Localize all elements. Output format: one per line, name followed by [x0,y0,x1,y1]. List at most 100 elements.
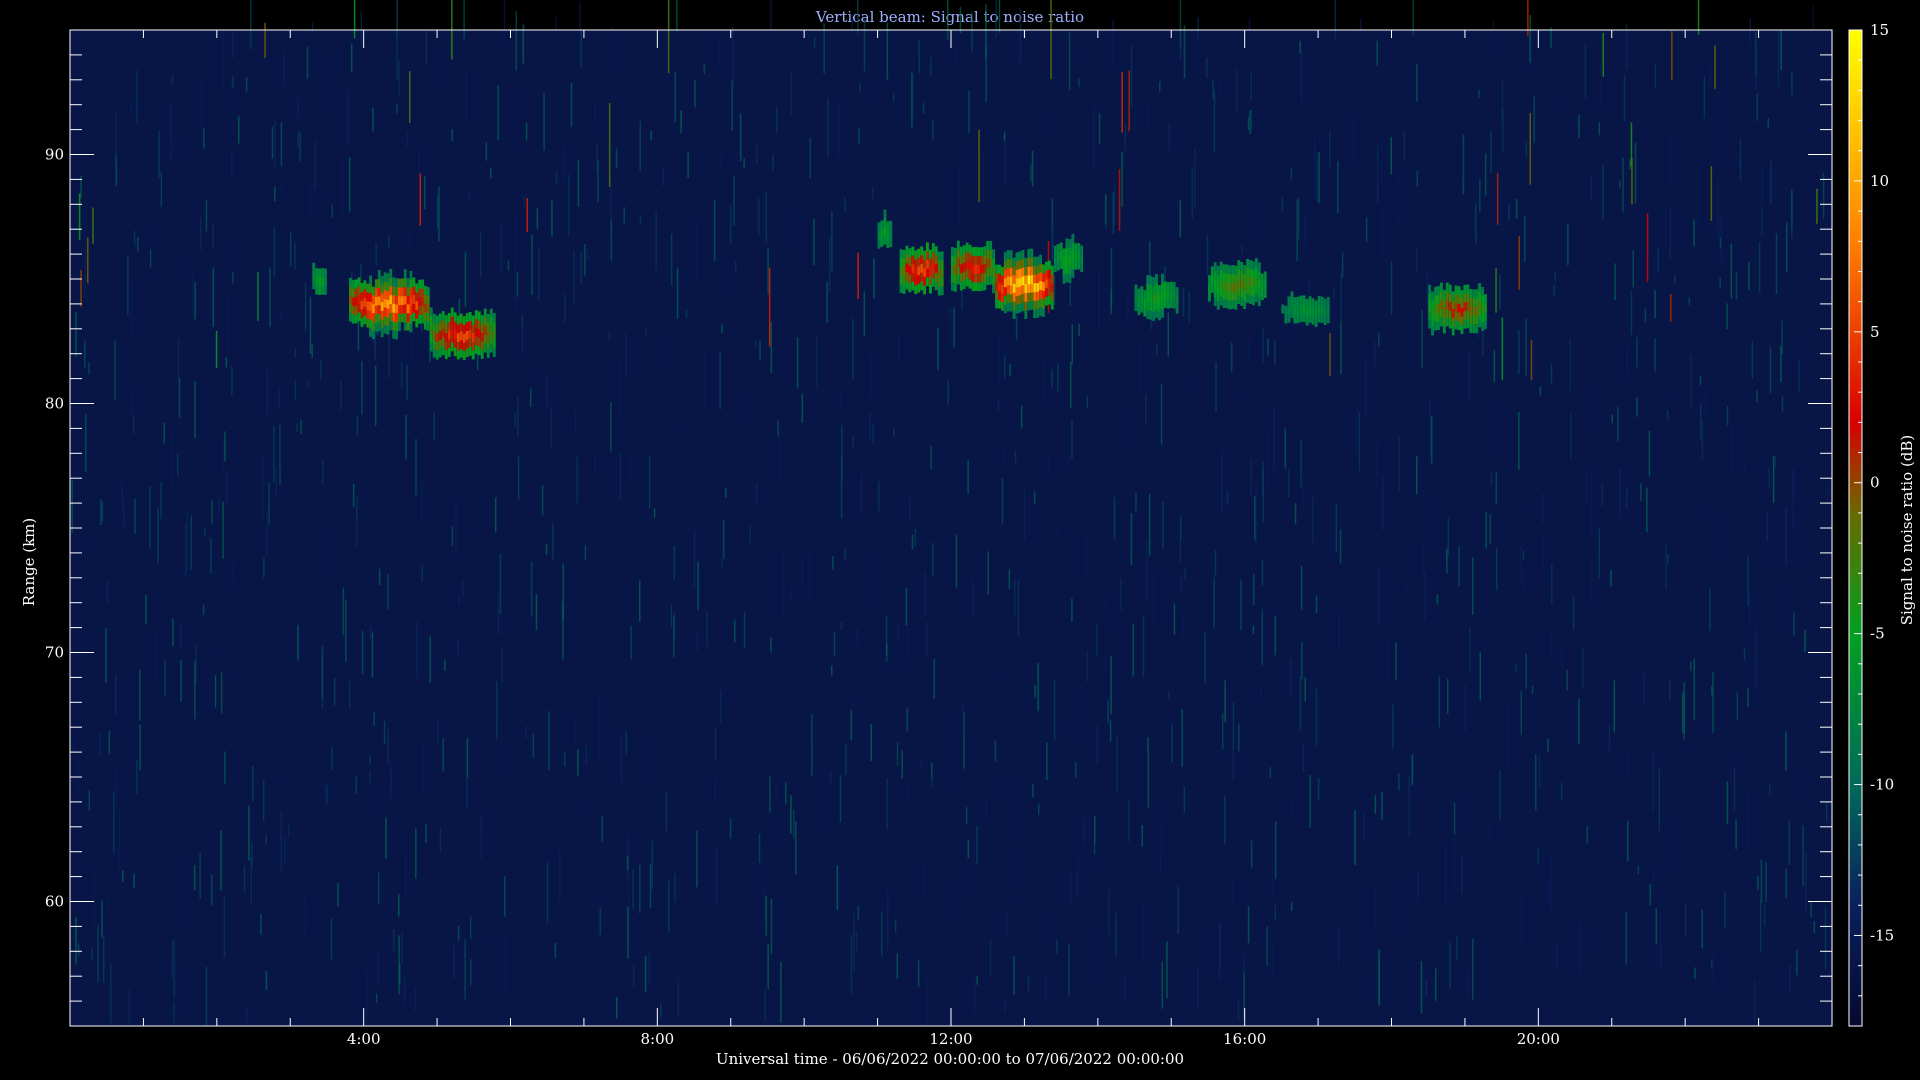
echo-cell [432,348,436,358]
echo-cell [929,275,932,285]
noise-streak [224,431,226,462]
noise-streak [1196,379,1199,393]
echo-cell [1222,264,1226,274]
noise-streak [1627,750,1629,774]
echo-cell [1033,309,1037,319]
echo-cell [1481,287,1484,296]
noise-streak [1682,692,1684,734]
echo-cell [363,289,367,299]
noise-streak [735,676,737,707]
echo-cell [1463,293,1467,303]
noise-streak [77,754,80,795]
noise-streak [1051,369,1053,388]
noise-streak [357,317,360,351]
echo-cell [920,255,924,265]
noise-streak [360,11,363,47]
noise-streak [950,885,953,921]
noise-streak [756,144,758,164]
noise-streak [1078,323,1080,336]
noise-streak [1341,252,1344,278]
noise-streak [1436,594,1439,605]
noise-streak [599,907,602,935]
echo-cell [389,312,393,322]
noise-streak [1583,215,1586,256]
noise-streak [550,407,552,448]
noise-streak [289,231,292,267]
echo-cell [474,318,478,328]
noise-streak [755,482,758,503]
echo-cell [360,291,364,301]
noise-streak [852,318,854,379]
echo-cell [369,293,372,302]
echo-cell [366,283,370,293]
echo-cell [383,307,387,317]
echo-cell [1024,266,1028,276]
echo-cell [1296,296,1300,306]
echo-cell [1146,275,1150,285]
noise-streak [1416,246,1418,274]
noise-streak [713,200,716,262]
noise-streak [1141,825,1143,847]
echo-cell [1163,298,1167,308]
echo-cell [386,308,390,318]
noise-streak [978,731,980,788]
noise-streak [759,340,761,361]
noise-streak [1717,300,1720,340]
noise-streak [1726,405,1729,426]
noise-streak [265,834,267,845]
noise-streak [455,498,457,557]
echo-cell [1012,275,1016,284]
echo-cell [1299,304,1303,314]
echo-cell [1039,307,1042,317]
noise-streak [1725,511,1728,560]
echo-cell [1475,306,1479,316]
echo-cell [395,295,398,305]
noise-streak [852,434,855,447]
echo-cell [1472,315,1476,325]
echo-cell [450,307,454,317]
echo-cell [1460,325,1464,335]
noise-streak [1769,782,1771,795]
noise-streak [714,728,717,760]
echo-cell [1466,319,1470,329]
echo-cell [1000,284,1004,294]
noise-streak [306,47,309,79]
noise-streak [539,571,542,612]
echo-cell [1045,296,1048,306]
noise-streak [1390,137,1392,175]
echo-cell [931,251,935,261]
bright-streak [1530,340,1533,381]
echo-cell [1015,252,1019,262]
echo-cell [380,301,384,311]
noise-streak [790,73,793,116]
noise-streak [1096,725,1098,764]
noise-streak [309,296,312,355]
echo-cell [923,267,926,277]
noise-streak [88,362,90,375]
echo-cell [1003,286,1007,296]
echo-cell [1222,272,1226,282]
noise-streak [541,484,544,516]
noise-streak [1584,726,1587,771]
echo-cell [421,314,424,324]
noise-streak [372,107,374,132]
noise-streak [770,0,772,32]
noise-streak [826,281,828,323]
echo-cell [1152,277,1156,287]
noise-streak [1789,963,1791,994]
echo-cell [1039,298,1042,308]
echo-cell [1003,278,1007,288]
echo-cell [1161,300,1164,309]
noise-streak [1636,397,1638,417]
echo-cell [459,348,463,358]
echo-cell [1071,260,1075,270]
noise-streak [1801,336,1804,381]
echo-cell [1445,282,1449,292]
echo-cell [1237,286,1241,296]
noise-streak [1180,514,1182,540]
noise-streak [758,833,761,863]
echo-cell [886,230,890,240]
echo-cell [492,313,496,323]
echo-cell [1237,260,1241,270]
noise-streak [995,0,997,37]
